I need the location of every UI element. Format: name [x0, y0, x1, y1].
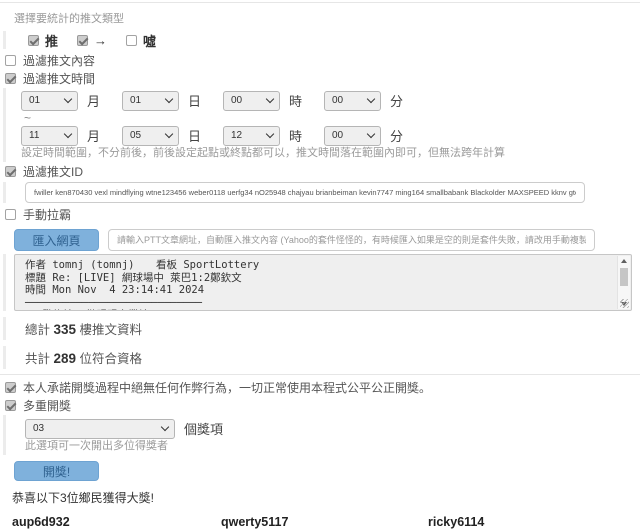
pledge-label: 本人承諾開獎過程中絕無任何作弊行為，一切正常使用本程式公平公正開獎。	[23, 379, 431, 396]
range-tilde: ~	[24, 112, 640, 124]
time-end-row: 11 月 05 日 12 時 00 分	[21, 125, 640, 146]
start-day-select[interactable]: 01	[122, 91, 179, 111]
filter-id-label: 過濾推文ID	[23, 163, 83, 180]
arrow-up-icon	[621, 259, 627, 263]
filter-id-row: 過濾推文ID	[0, 163, 640, 180]
day-unit-label: 日	[188, 126, 201, 145]
chevron-down-icon	[367, 130, 375, 138]
prize-unit-label: 個獎項	[184, 419, 223, 438]
month-unit-label: 月	[87, 126, 100, 145]
push-type-section-label: 選擇要統計的推文類型	[14, 10, 640, 26]
multi-draw-checkbox[interactable]	[5, 400, 16, 411]
end-day-select[interactable]: 05	[122, 126, 179, 146]
chevron-down-icon	[161, 423, 169, 431]
article-title-line: 標題 Re: [LIVE] 網球場中 萊巴1:2鄭欽文	[25, 272, 611, 285]
multi-draw-label: 多重開獎	[23, 397, 71, 414]
qualified-count-line: 共計 289 位符合資格	[3, 346, 640, 369]
multi-draw-note: 此選項可一次開出多位得獎者	[25, 440, 640, 453]
manual-mode-label: 手動拉霸	[23, 206, 71, 223]
article-author-line: 作者 tomnj (tomnj) 看板 SportLottery	[25, 259, 611, 272]
push-type-option-boo: 噓	[126, 31, 156, 50]
section-divider	[0, 374, 640, 375]
scroll-up-button[interactable]	[618, 256, 630, 267]
start-month-select[interactable]: 01	[21, 91, 78, 111]
end-minute-select[interactable]: 00	[324, 126, 381, 146]
push-type-group: 推 → 噓	[3, 31, 640, 49]
article-textarea[interactable]: 作者 tomnj (tomnj) 看板 SportLottery 標題 Re: …	[14, 254, 632, 311]
chevron-down-icon	[64, 95, 72, 103]
chevron-down-icon	[64, 130, 72, 138]
filter-time-row: 過濾推文時間	[0, 70, 640, 87]
pledge-row: 本人承諾開獎過程中絕無任何作弊行為，一切正常使用本程式公平公正開獎。	[0, 379, 640, 396]
import-row: 匯入網頁	[14, 229, 640, 251]
article-time-line: 時間 Mon Nov 4 23:14:41 2024	[25, 284, 611, 297]
filter-content-label: 過濾推文內容	[23, 52, 95, 69]
prize-count-select[interactable]: 03	[25, 419, 175, 439]
end-hour-select[interactable]: 12	[223, 126, 280, 146]
minute-unit-label: 分	[390, 126, 403, 145]
draw-button[interactable]: 開獎!	[14, 461, 99, 481]
chevron-down-icon	[266, 95, 274, 103]
total-pushes-value: 335	[54, 322, 77, 337]
article-group: 作者 tomnj (tomnj) 看板 SportLottery 標題 Re: …	[3, 254, 640, 311]
arrow-label: →	[94, 33, 107, 48]
time-range-group: 01 月 01 日 00 時 00 分 ~ 11 月 05 日 12 時 0	[3, 88, 640, 162]
result-headline: 恭喜以下3位鄉民獲得大獎!	[12, 489, 640, 506]
arrow-checkbox[interactable]	[77, 35, 88, 46]
result-section: 恭喜以下3位鄉民獲得大獎! aup6d932 qwerty5117 ricky6…	[12, 489, 640, 529]
id-filter-input[interactable]	[25, 182, 585, 203]
minute-unit-label: 分	[390, 91, 403, 110]
day-unit-label: 日	[188, 91, 201, 110]
resize-grip-icon[interactable]	[620, 299, 629, 308]
chevron-down-icon	[266, 130, 274, 138]
manual-mode-checkbox[interactable]	[5, 209, 16, 220]
scrollbar-thumb[interactable]	[620, 268, 628, 286]
id-filter-group	[3, 182, 640, 203]
filter-content-checkbox[interactable]	[5, 55, 16, 66]
winner-name: ricky6114	[428, 515, 640, 529]
total-pushes-line: 總計 335 樓推文資料	[3, 317, 640, 340]
chevron-down-icon	[367, 95, 375, 103]
top-divider	[0, 2, 640, 3]
multi-draw-row: 多重開獎	[0, 397, 640, 414]
winners-row: aup6d932 qwerty5117 ricky6114	[12, 515, 640, 529]
push-checkbox[interactable]	[28, 35, 39, 46]
chevron-down-icon	[165, 95, 173, 103]
filter-content-row: 過濾推文內容	[0, 52, 640, 69]
hour-unit-label: 時	[289, 91, 302, 110]
time-range-note: 設定時間範圍，不分前後，前後設定起點或終點都可以，推文時間落在範圍內即可，但無法…	[21, 147, 640, 160]
boo-label: 噓	[143, 31, 156, 50]
end-month-select[interactable]: 11	[21, 126, 78, 146]
ptt-url-input[interactable]	[108, 229, 595, 251]
filter-time-label: 過濾推文時間	[23, 70, 95, 87]
filter-time-checkbox[interactable]	[5, 73, 16, 84]
prize-count-group: 03 個獎項 此選項可一次開出多位得獎者	[3, 415, 640, 455]
chevron-down-icon	[165, 130, 173, 138]
article-separator-line: ────────────────────────────	[25, 297, 611, 310]
start-minute-select[interactable]: 00	[324, 91, 381, 111]
push-type-option-push: 推	[28, 31, 58, 50]
start-hour-select[interactable]: 00	[223, 91, 280, 111]
month-unit-label: 月	[87, 91, 100, 110]
pledge-checkbox[interactable]	[5, 382, 16, 393]
push-type-option-arrow: →	[77, 33, 107, 48]
import-url-button[interactable]: 匯入網頁	[14, 229, 99, 251]
article-clipped-line: ※ 發信站: 批踢踢實業坊(ptt.cc)	[25, 309, 611, 311]
qualified-count-value: 289	[54, 351, 77, 366]
time-start-row: 01 月 01 日 00 時 00 分	[21, 90, 640, 111]
filter-id-checkbox[interactable]	[5, 166, 16, 177]
boo-checkbox[interactable]	[126, 35, 137, 46]
push-label: 推	[45, 31, 58, 50]
winner-name: qwerty5117	[221, 515, 428, 529]
hour-unit-label: 時	[289, 126, 302, 145]
winner-name: aup6d932	[12, 515, 221, 529]
manual-mode-row: 手動拉霸	[0, 206, 640, 223]
